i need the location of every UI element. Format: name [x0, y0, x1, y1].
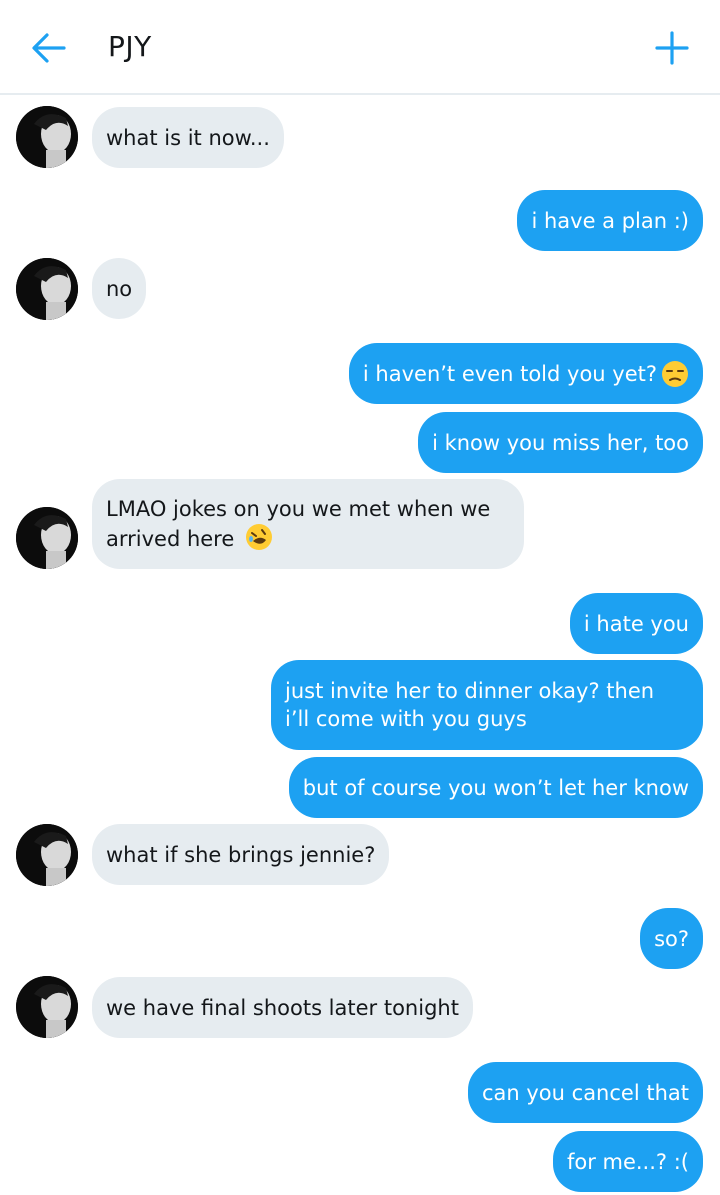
- message-text: i know you miss her, too: [432, 430, 689, 455]
- message-text-line: i’ll come with you guys: [285, 707, 527, 731]
- message-text-line: arrived here: [106, 527, 235, 551]
- message-text: what if she brings jennie?: [106, 842, 376, 867]
- message-bubble[interactable]: for me...? :(: [552, 1131, 703, 1192]
- conversation-title: PJY: [108, 30, 152, 63]
- avatar[interactable]: [16, 507, 78, 569]
- message-bubble[interactable]: i haven’t even told you yet?: [348, 343, 703, 404]
- message-bubble[interactable]: LMAO jokes on you we met when we arrived…: [92, 479, 524, 569]
- message-text: no: [106, 276, 133, 301]
- add-button[interactable]: [654, 30, 690, 66]
- message-bubble[interactable]: what is it now...: [92, 107, 284, 168]
- message-bubble[interactable]: what if she brings jennie?: [92, 824, 390, 885]
- message-text: we have final shoots later tonight: [106, 995, 459, 1020]
- plus-icon: [655, 31, 689, 65]
- message-text: i hate you: [583, 611, 689, 636]
- message-text-line: just invite her to dinner okay? then: [285, 679, 655, 703]
- message-bubble[interactable]: can you cancel that: [467, 1062, 703, 1123]
- back-button[interactable]: [30, 31, 66, 65]
- message-bubble[interactable]: but of course you won’t let her know: [288, 757, 703, 818]
- avatar[interactable]: [16, 824, 78, 886]
- message-text: but of course you won’t let her know: [302, 775, 689, 800]
- profile-photo: [16, 824, 78, 886]
- message-text: i have a plan :): [531, 208, 689, 233]
- message-bubble[interactable]: i know you miss her, too: [418, 412, 703, 473]
- message-text: i haven’t even told you yet?: [362, 361, 657, 386]
- conversation-header: PJY: [0, 0, 720, 95]
- message-text-line: LMAO jokes on you we met when we: [106, 497, 491, 521]
- arrow-left-icon: [32, 33, 66, 63]
- profile-photo: [16, 507, 78, 569]
- message-text: can you cancel that: [481, 1080, 689, 1105]
- unamused-face-icon: [661, 360, 689, 388]
- avatar[interactable]: [16, 106, 78, 168]
- avatar[interactable]: [16, 976, 78, 1038]
- message-text: for me...? :(: [566, 1149, 689, 1174]
- message-bubble[interactable]: so?: [640, 908, 703, 969]
- message-bubble[interactable]: i have a plan :): [517, 190, 703, 251]
- message-bubble[interactable]: no: [92, 258, 147, 319]
- avatar[interactable]: [16, 258, 78, 320]
- message-text: so?: [654, 926, 689, 951]
- rolling-laughing-icon: [245, 523, 273, 551]
- profile-photo: [16, 106, 78, 168]
- message-bubble[interactable]: we have final shoots later tonight: [92, 977, 473, 1038]
- message-bubble[interactable]: i hate you: [569, 593, 703, 654]
- profile-photo: [16, 258, 78, 320]
- message-text: what is it now...: [106, 125, 270, 150]
- message-bubble[interactable]: just invite her to dinner okay? then i’l…: [271, 660, 703, 750]
- profile-photo: [16, 976, 78, 1038]
